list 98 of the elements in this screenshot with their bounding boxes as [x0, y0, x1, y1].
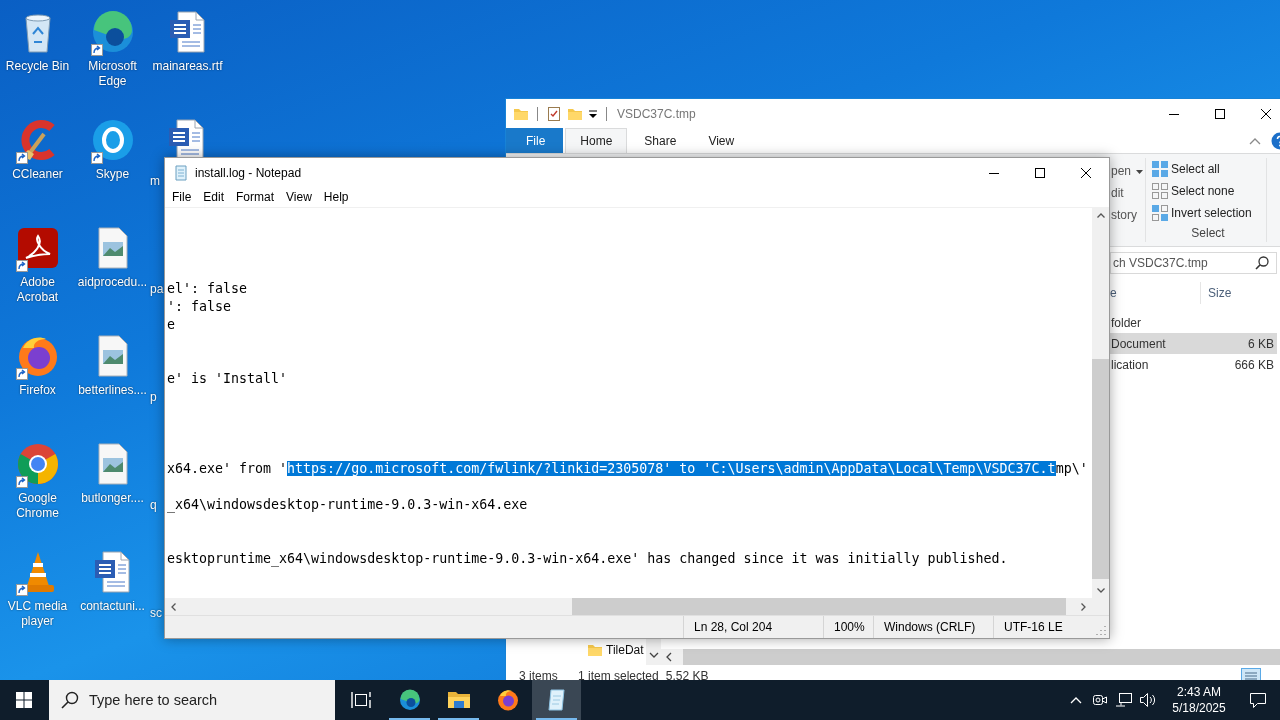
menu-item[interactable]: View [280, 187, 318, 207]
desktop-icon-label[interactable]: m [150, 174, 160, 189]
search-field[interactable]: Type here to search [49, 680, 335, 720]
window-title: VSDC37C.tmp [617, 106, 696, 121]
text-line: el': false [167, 280, 249, 298]
menu-item[interactable]: Help [317, 187, 355, 207]
desktop-icon-label[interactable]: Firefox [1, 383, 74, 398]
file-row[interactable]: Document 6 KB [1110, 333, 1277, 354]
ribbon-tab[interactable]: Home [565, 128, 628, 153]
selected-text: https://go.microsoft.com/fwlink/?linkid=2305078' to 'C:\Users\admin\AppData\Local\Temp\VSDC37C.t [287, 461, 1056, 476]
desktop-icon-label[interactable]: aidprocedu... [76, 275, 149, 290]
menu-item[interactable]: File [166, 187, 198, 207]
file-name: Document [1110, 336, 1167, 351]
firefox-icon [495, 688, 520, 712]
horizontal-scrollbar[interactable] [165, 598, 1092, 615]
desktop-icon-label[interactable]: Adobe Acrobat [1, 275, 74, 305]
status-text: 1 item selected [578, 669, 659, 680]
scroll-left-icon [666, 652, 672, 662]
ribbon-command[interactable]: Select all [1152, 158, 1264, 180]
column-header[interactable]: Size [1201, 286, 1277, 300]
file-name: folder [1110, 315, 1143, 330]
notepad-icon [173, 164, 189, 181]
taskbar-app-button[interactable] [532, 680, 581, 720]
file-size: 6 KB [1247, 336, 1275, 351]
details-view-icon [1241, 668, 1261, 680]
clock-time[interactable]: 2:43 AM [1177, 684, 1221, 700]
text-line: _x64\windowsdesktop-runtime-9.0.3-win-x64.exe [167, 496, 529, 514]
task-view-icon [350, 691, 371, 709]
status-text: 5.52 KB [665, 669, 709, 680]
file-size: 666 KB [1233, 357, 1275, 372]
desktop-icon-label[interactable]: Google Chrome [1, 491, 74, 521]
ribbon-command[interactable]: Invert selection [1152, 202, 1264, 224]
file-row[interactable]: folder [1110, 312, 1277, 333]
edge-icon [397, 688, 422, 712]
scroll-down-icon [1096, 588, 1105, 593]
desktop-icon-label[interactable]: q [150, 498, 157, 513]
resize-grip-icon [1095, 624, 1107, 636]
horizontal-scrollbar[interactable] [661, 649, 1280, 665]
windows-icon [16, 692, 32, 708]
camera-icon [1092, 692, 1108, 708]
text-line: esktopruntime_x64\windowsdesktop-runtime-9.0.3-win-x64.exe' has changed since it was initially published. [167, 550, 1009, 568]
text-line: ': false [167, 298, 233, 316]
file-name: lication [1110, 357, 1150, 372]
network-icon [1115, 692, 1133, 708]
search-icon [61, 691, 79, 709]
ribbon-tab[interactable]: View [693, 128, 750, 153]
desktop-icon-label[interactable]: mainareas.rtf [151, 59, 224, 74]
search-icon [1255, 256, 1269, 270]
ribbon-command[interactable]: story [1111, 208, 1137, 222]
maximize-icon [1035, 167, 1045, 178]
desktop-icon-label[interactable]: VLC media player [1, 599, 74, 629]
folder-icon [587, 642, 603, 658]
text-line: e [167, 316, 176, 334]
vertical-scrollbar[interactable] [1092, 208, 1109, 598]
menu-item[interactable]: Edit [197, 187, 231, 207]
status-text: Windows (CRLF) [873, 616, 993, 638]
text-line: mp\' [1055, 461, 1088, 476]
chevron-up-icon [1070, 696, 1082, 704]
select-all-icon [1152, 161, 1168, 177]
scroll-right-icon [1081, 602, 1086, 611]
close-icon [1261, 108, 1271, 119]
clock-date[interactable]: 5/18/2025 [1172, 700, 1226, 716]
window-title: install.log - Notepad [195, 165, 302, 180]
search-field[interactable]: ch VSDC37C.tmp [1110, 252, 1277, 274]
menu-item[interactable]: Format [230, 187, 281, 207]
ribbon-group-label: Select [1190, 226, 1226, 240]
ribbon-command[interactable]: dit [1111, 186, 1124, 200]
desktop-icon-label[interactable]: CCleaner [1, 167, 74, 182]
desktop-icon-label[interactable]: Skype [76, 167, 149, 182]
volume-icon [1139, 692, 1157, 708]
desktop-icon-label[interactable]: pa [150, 282, 164, 297]
maximize-icon [1215, 108, 1225, 119]
select-none-icon [1152, 183, 1168, 199]
invert-selection-icon [1152, 205, 1168, 221]
status-text: Ln 28, Col 204 [683, 616, 823, 638]
ribbon-command[interactable]: pen [1111, 164, 1132, 178]
ribbon-command[interactable]: Select none [1152, 180, 1264, 202]
chevron-up-icon [1249, 136, 1261, 145]
close-icon [1081, 167, 1091, 178]
status-text: UTF-16 LE [993, 616, 1095, 638]
desktop-icon-label[interactable]: butlonger.... [76, 491, 149, 506]
text-line: e' is 'Install' [167, 370, 289, 388]
desktop-icon-label[interactable]: p [150, 390, 157, 405]
scroll-left-icon [171, 602, 176, 611]
status-text: 100% [823, 616, 873, 638]
desktop-icon-label[interactable]: Recycle Bin [1, 59, 74, 74]
text-line: x64.exe' from ' [167, 461, 288, 476]
ribbon-tab[interactable]: Share [629, 128, 692, 153]
status-text: 3 items [519, 669, 559, 680]
scroll-down-icon [648, 652, 659, 658]
file-row[interactable]: lication 666 KB [1110, 354, 1277, 375]
desktop-icon-label[interactable]: betterlines.... [76, 383, 149, 398]
checklist-icon [546, 105, 562, 122]
notification-icon [1249, 691, 1267, 709]
nav-item[interactable]: TileDat [506, 640, 646, 660]
desktop-icon-label[interactable]: Microsoft Edge [76, 59, 149, 89]
ribbon-tab[interactable]: File [506, 128, 564, 153]
scroll-up-icon [1096, 213, 1105, 218]
